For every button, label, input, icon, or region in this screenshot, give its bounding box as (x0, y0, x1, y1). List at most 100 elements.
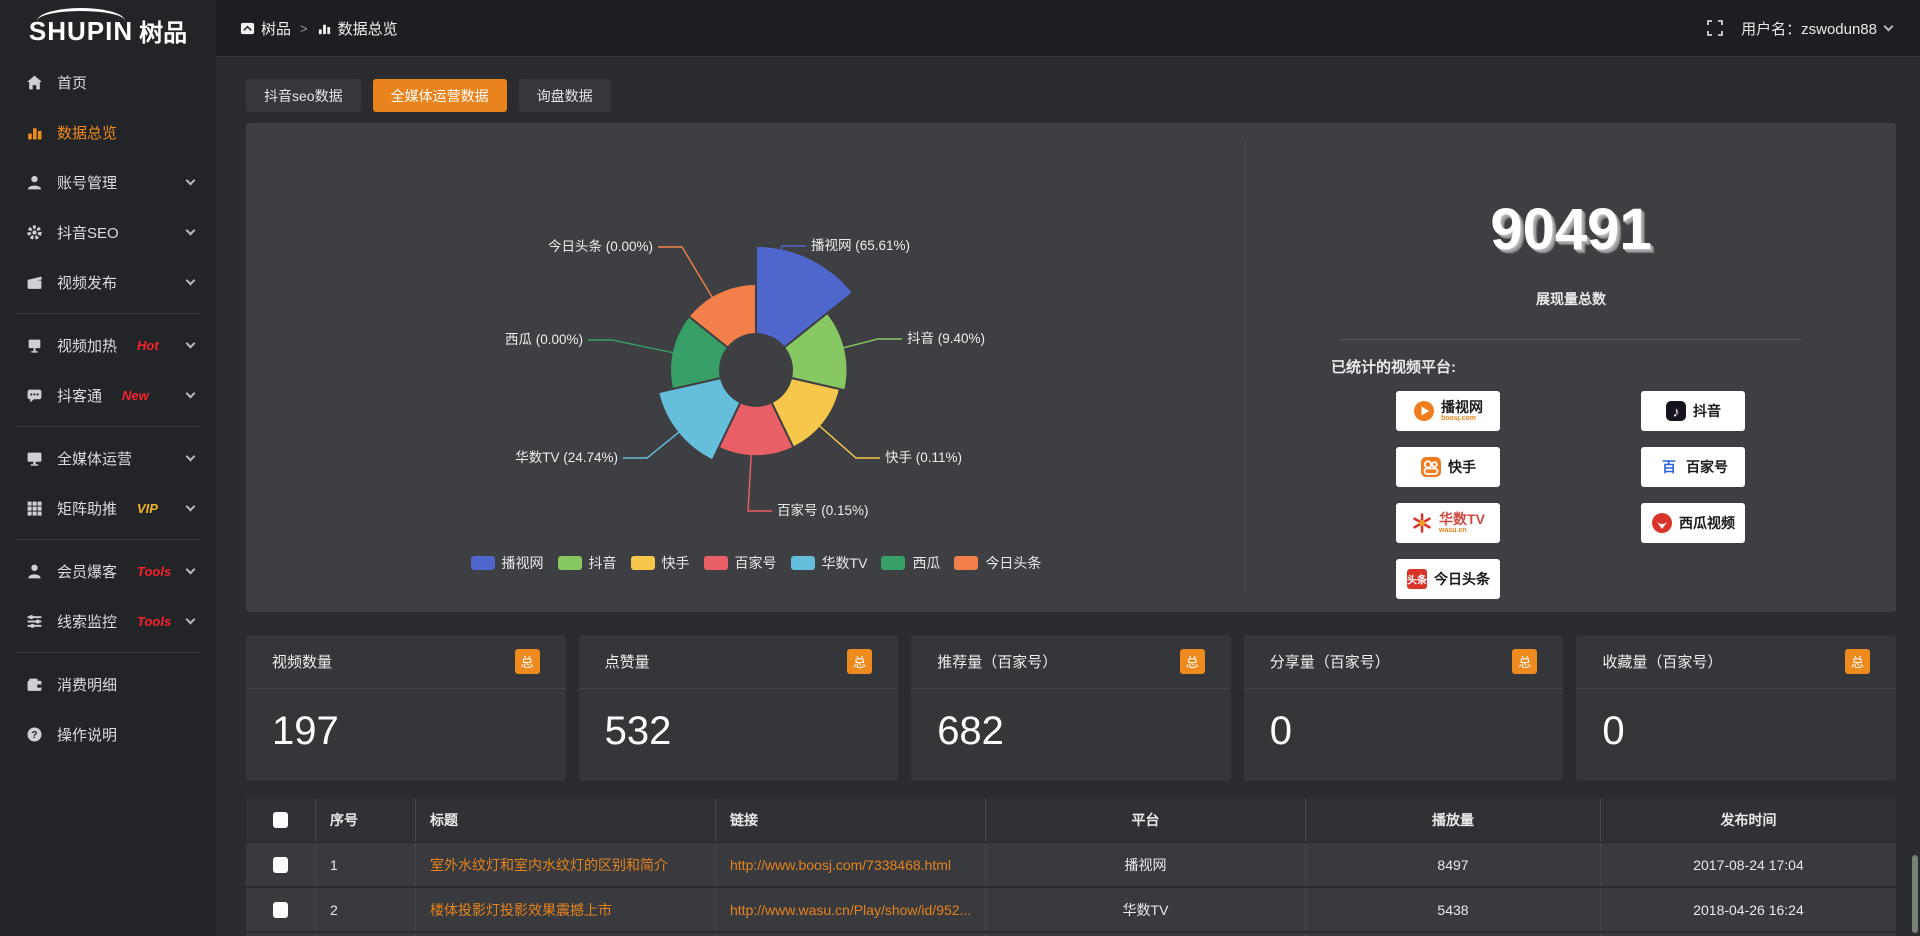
sidebar-item-8[interactable]: 全媒体运营 (0, 433, 216, 483)
total-badge[interactable]: 总 (1512, 649, 1537, 674)
tab-3[interactable]: 询盘数据 (519, 79, 611, 112)
topbar-right: 用户名：zswodun88 (1707, 18, 1920, 39)
sidebar-item-label: 消费明细 (57, 674, 117, 695)
platform-badge-西瓜视频[interactable]: 西瓜视频 (1641, 503, 1745, 543)
platform-badge-华数TV[interactable]: 华数TV wasu.cn (1396, 503, 1500, 543)
platform-badge-百家号[interactable]: 百 百家号 (1641, 447, 1745, 487)
breadcrumb-item-data-overview[interactable]: 数据总览 (317, 18, 398, 39)
sidebar-item-12[interactable]: 消费明细 (0, 659, 216, 709)
select-all-cell (246, 798, 316, 841)
cell-platform: 播视网 (986, 843, 1306, 886)
pie-label: 今日头条 (0.00%) (548, 238, 653, 254)
sidebar-item-9[interactable]: 矩阵助推 VIP (0, 483, 216, 533)
legend-item-西瓜[interactable]: 西瓜 (881, 553, 940, 573)
username-label: 用户名：zswodun88 (1741, 18, 1877, 39)
sidebar-item-6[interactable]: 视频加热 Hot (0, 320, 216, 370)
pie-label: 百家号 (0.15%) (777, 502, 869, 518)
sidebar-item-10[interactable]: 会员爆客 Tools (0, 546, 216, 596)
legend-item-播视网[interactable]: 播视网 (471, 553, 544, 573)
cell-url-link[interactable]: http://www.boosj.com/7338468.html (716, 843, 986, 886)
sidebar-item-label: 抖客通 (57, 385, 102, 406)
breadcrumb-label: 数据总览 (338, 18, 398, 39)
row-select-cell (246, 843, 316, 886)
fullscreen-icon[interactable] (1707, 20, 1723, 36)
legend-swatch (631, 556, 655, 570)
legend-item-华数TV[interactable]: 华数TV (791, 553, 868, 573)
sidebar-item-11[interactable]: 线索监控 Tools (0, 596, 216, 646)
legend-label: 抖音 (589, 553, 617, 573)
pie-label: 西瓜 (0.00%) (505, 332, 583, 347)
legend-swatch (954, 556, 978, 570)
sidebar-item-4[interactable]: 抖音SEO (0, 207, 216, 257)
total-badge[interactable]: 总 (847, 649, 872, 674)
stat-card-title: 点赞量 (605, 651, 650, 672)
stat-card-2: 点赞量 总 532 (579, 635, 899, 781)
sidebar-item-13[interactable]: ? 操作说明 (0, 709, 216, 759)
platform-badge-sub: boosj.com (1441, 415, 1483, 422)
stat-card-title: 分享量（百家号） (1270, 651, 1390, 672)
sidebar-item-3[interactable]: 账号管理 (0, 157, 216, 207)
pie-label-line (588, 340, 674, 353)
legend-item-今日头条[interactable]: 今日头条 (954, 553, 1041, 573)
stat-card-value: 197 (246, 689, 566, 754)
cell-title-link[interactable]: 室外水纹灯和室内水纹灯的区别和简介 (416, 843, 716, 886)
xigua-logo (1651, 512, 1673, 534)
kuaishou-logo (1420, 456, 1442, 478)
cell-url-link[interactable]: http://www.wasu.cn/Play/show/id/952... (716, 888, 986, 931)
total-badge[interactable]: 总 (515, 649, 540, 674)
breadcrumb-item-shupin[interactable]: 树品 (240, 18, 291, 39)
sidebar-item-tag: Hot (137, 338, 159, 353)
select-all-checkbox[interactable] (273, 812, 288, 828)
pie-label-line (658, 247, 713, 299)
row-select-cell (246, 888, 316, 931)
total-badge[interactable]: 总 (1180, 649, 1205, 674)
chevron-down-icon (186, 451, 196, 461)
douyin-logo: ♪ (1665, 400, 1687, 422)
pie-label: 播视网 (65.61%) (811, 238, 910, 253)
logo-text-en: SHUPIN (29, 10, 133, 47)
row-checkbox[interactable] (273, 902, 288, 918)
legend-swatch (704, 556, 728, 570)
bars-icon (317, 21, 332, 36)
grid-icon (26, 500, 43, 517)
pie-label: 华数TV (24.74%) (515, 450, 618, 465)
platform-badge-今日头条[interactable]: 头条 今日头条 (1396, 559, 1500, 599)
chevron-down-icon (186, 175, 196, 185)
legend-label: 快手 (662, 553, 690, 573)
chevron-down-icon (186, 225, 196, 235)
chat-icon (26, 387, 43, 404)
sidebar-item-label: 全媒体运营 (57, 448, 132, 469)
scrollbar-thumb[interactable] (1912, 855, 1918, 933)
sidebar-item-7[interactable]: 抖客通 New (0, 370, 216, 420)
sidebar-item-label: 矩阵助推 (57, 498, 117, 519)
app-logo[interactable]: SHUPIN 树品 (0, 0, 216, 57)
legend-item-百家号[interactable]: 百家号 (704, 553, 777, 573)
platform-badge-快手[interactable]: 快手 (1396, 447, 1500, 487)
divider (1341, 339, 1801, 340)
platform-share-pie-chart[interactable]: 播视网 (65.61%)抖音 (9.40%)快手 (0.11%)百家号 (0.1… (246, 123, 1245, 612)
tab-2[interactable]: 全媒体运营数据 (373, 79, 507, 112)
user-menu[interactable]: 用户名：zswodun88 (1741, 18, 1892, 39)
platform-badge-column-2: ♪ 抖音 百 百家号 西瓜视频 (1641, 391, 1745, 543)
platform-badge-column-1: 播视网 boosj.com 快手 华数TV wasu.cn 头条 今日头条 (1396, 391, 1500, 599)
breadcrumb-label: 树品 (261, 18, 291, 39)
platform-badge-name: 今日头条 (1434, 572, 1490, 586)
platform-badge-sub: wasu.cn (1439, 527, 1485, 534)
sidebar-item-2[interactable]: 数据总览 (0, 107, 216, 157)
sidebar-item-5[interactable]: 视频发布 (0, 257, 216, 307)
platform-badge-抖音[interactable]: ♪ 抖音 (1641, 391, 1745, 431)
tab-1[interactable]: 抖音seo数据 (246, 79, 361, 112)
total-badge[interactable]: 总 (1845, 649, 1870, 674)
legend-item-抖音[interactable]: 抖音 (558, 553, 617, 573)
cell-plays: 8497 (1306, 843, 1601, 886)
sidebar-item-tag: New (122, 388, 149, 403)
sidebar-item-tag: VIP (137, 501, 158, 516)
col-header-link: 链接 (716, 798, 986, 841)
legend-item-快手[interactable]: 快手 (631, 553, 690, 573)
table-row-1: 1 室外水纹灯和室内水纹灯的区别和简介 http://www.boosj.com… (246, 843, 1896, 886)
platform-badge-播视网[interactable]: 播视网 boosj.com (1396, 391, 1500, 431)
cell-title-link[interactable]: 楼体投影灯投影效果震撼上市 (416, 888, 716, 931)
sidebar-item-1[interactable]: 首页 (0, 57, 216, 107)
row-checkbox[interactable] (273, 857, 288, 873)
sidebar-item-label: 视频加热 (57, 335, 117, 356)
